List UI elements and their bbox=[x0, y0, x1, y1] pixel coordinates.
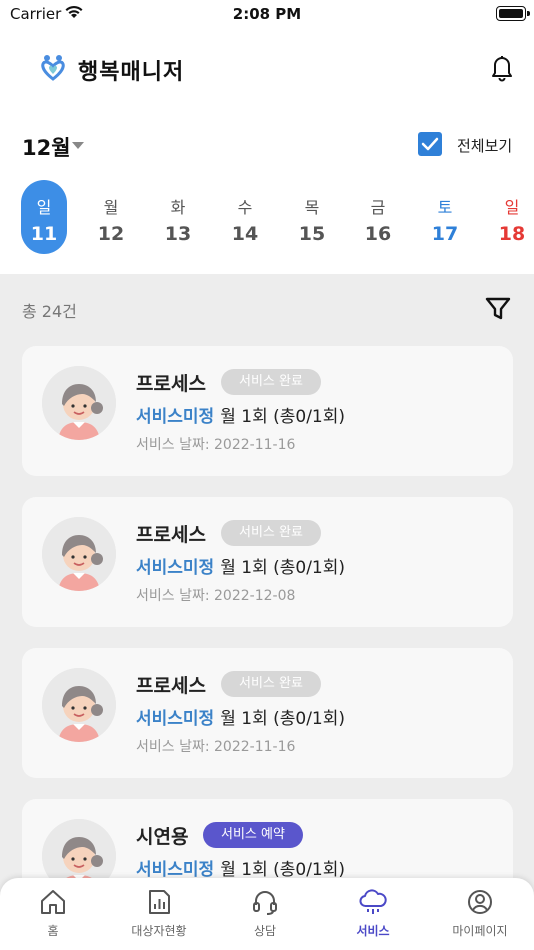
headset-icon bbox=[251, 888, 279, 920]
status-badge: 서비스 완료 bbox=[221, 520, 321, 546]
month-picker[interactable]: 12월 bbox=[22, 132, 71, 162]
day-number: 16 bbox=[364, 223, 392, 245]
tab-service[interactable]: 서비스 bbox=[320, 878, 426, 950]
day-number: 12 bbox=[97, 223, 125, 245]
status-badge: 서비스 예약 bbox=[203, 822, 303, 848]
client-name: 프로세스 bbox=[136, 675, 206, 697]
service-date: 서비스 날짜: 2022-11-16 bbox=[136, 739, 296, 755]
tab-label: 홈 bbox=[47, 924, 59, 938]
day-number: 11 bbox=[30, 223, 58, 245]
service-type: 서비스미정 bbox=[136, 860, 215, 880]
tab-label: 상담 bbox=[253, 924, 277, 938]
day-name: 수 bbox=[237, 198, 253, 217]
bell-icon[interactable] bbox=[490, 54, 514, 86]
day-item-17[interactable]: 토 17 bbox=[422, 180, 468, 254]
service-frequency: 월 1회 (총0/1회) bbox=[220, 709, 346, 729]
tab-clients[interactable]: 대상자현황 bbox=[106, 878, 212, 950]
chart-icon bbox=[145, 888, 173, 920]
client-name: 시연용 bbox=[136, 826, 189, 848]
profile-icon bbox=[466, 888, 494, 920]
day-item-14[interactable]: 수 14 bbox=[222, 180, 268, 254]
client-name: 프로세스 bbox=[136, 524, 206, 546]
day-name: 일 bbox=[504, 198, 520, 217]
service-frequency: 월 1회 (총0/1회) bbox=[220, 860, 346, 880]
day-number: 15 bbox=[298, 223, 326, 245]
day-name: 목 bbox=[304, 198, 320, 217]
avatar bbox=[42, 366, 116, 440]
day-number: 13 bbox=[164, 223, 192, 245]
checkbox-checked-icon[interactable] bbox=[418, 132, 442, 156]
bottom-tab-bar: 홈 대상자현황 상담 서비스 마이페이지 bbox=[0, 878, 534, 950]
avatar bbox=[42, 517, 116, 591]
cloud-icon bbox=[359, 888, 387, 920]
service-type: 서비스미정 bbox=[136, 558, 215, 578]
service-info: 서비스미정 월 1회 (총0/1회) bbox=[136, 553, 345, 578]
week-strip: 일 11 월 12 화 13 수 14 목 15 금 16 토 17 일 18 bbox=[0, 180, 534, 256]
day-number: 17 bbox=[431, 223, 459, 245]
day-number: 18 bbox=[498, 223, 526, 245]
service-type: 서비스미정 bbox=[136, 709, 215, 729]
tab-mypage[interactable]: 마이페이지 bbox=[427, 878, 533, 950]
tab-consult[interactable]: 상담 bbox=[212, 878, 318, 950]
day-number: 14 bbox=[231, 223, 259, 245]
service-card[interactable]: 프로세스 서비스 완료 서비스미정 월 1회 (총0/1회) 서비스 날짜: 20… bbox=[22, 497, 513, 627]
service-info: 서비스미정 월 1회 (총0/1회) bbox=[136, 704, 345, 729]
service-info: 서비스미정 월 1회 (총0/1회) bbox=[136, 402, 345, 427]
chevron-down-icon[interactable] bbox=[72, 142, 84, 149]
battery-icon bbox=[496, 6, 530, 21]
avatar bbox=[42, 668, 116, 742]
day-item-15[interactable]: 목 15 bbox=[289, 180, 335, 254]
tab-home[interactable]: 홈 bbox=[0, 878, 106, 950]
show-all-label: 전체보기 bbox=[457, 137, 513, 155]
service-type: 서비스미정 bbox=[136, 407, 215, 427]
day-item-11[interactable]: 일 11 bbox=[21, 180, 67, 254]
clock: 2:08 PM bbox=[232, 5, 302, 23]
status-badge: 서비스 완료 bbox=[221, 369, 321, 395]
day-name: 월 bbox=[103, 198, 119, 217]
service-frequency: 월 1회 (총0/1회) bbox=[220, 558, 346, 578]
service-info: 서비스미정 월 1회 (총0/1회) bbox=[136, 855, 345, 880]
status-bar: Carrier 2:08 PM bbox=[0, 0, 534, 30]
day-name: 금 bbox=[370, 198, 386, 217]
tab-label: 서비스 bbox=[356, 924, 390, 938]
home-icon bbox=[39, 888, 67, 920]
heart-logo-icon bbox=[40, 54, 66, 86]
day-name: 일 bbox=[36, 198, 52, 217]
tab-label: 대상자현황 bbox=[131, 924, 187, 938]
day-name: 토 bbox=[437, 198, 453, 217]
service-date: 서비스 날짜: 2022-11-16 bbox=[136, 437, 296, 453]
service-card[interactable]: 프로세스 서비스 완료 서비스미정 월 1회 (총0/1회) 서비스 날짜: 20… bbox=[22, 346, 513, 476]
service-card[interactable]: 프로세스 서비스 완료 서비스미정 월 1회 (총0/1회) 서비스 날짜: 20… bbox=[22, 648, 513, 778]
service-date: 서비스 날짜: 2022-12-08 bbox=[136, 588, 296, 604]
service-frequency: 월 1회 (총0/1회) bbox=[220, 407, 346, 427]
filter-icon[interactable] bbox=[484, 296, 512, 326]
day-item-16[interactable]: 금 16 bbox=[355, 180, 401, 254]
day-item-18[interactable]: 일 18 bbox=[489, 180, 534, 254]
day-item-13[interactable]: 화 13 bbox=[155, 180, 201, 254]
date-selector: 12월 전체보기 일 11 월 12 화 13 수 14 목 15 금 16 토… bbox=[0, 110, 534, 274]
day-item-12[interactable]: 월 12 bbox=[88, 180, 134, 254]
app-header: 행복매니저 bbox=[0, 30, 534, 110]
status-badge: 서비스 완료 bbox=[221, 671, 321, 697]
app-title: 행복매니저 bbox=[78, 60, 185, 85]
tab-label: 마이페이지 bbox=[452, 924, 508, 938]
day-name: 화 bbox=[170, 198, 186, 217]
total-count: 총 24건 bbox=[22, 302, 77, 321]
client-name: 프로세스 bbox=[136, 373, 206, 395]
